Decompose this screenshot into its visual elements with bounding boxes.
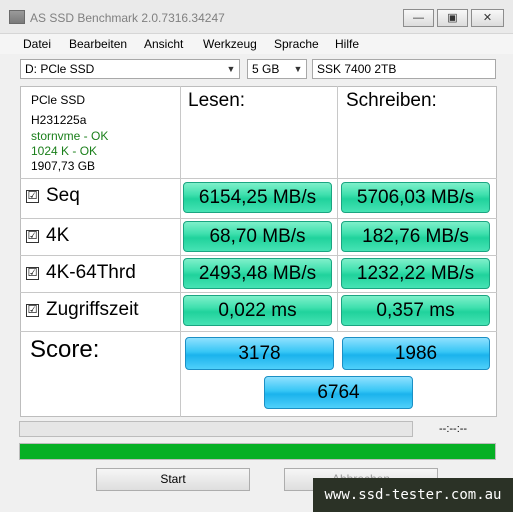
checkbox[interactable]: ☑ — [26, 304, 39, 317]
drive-model: PCle SSD — [31, 93, 86, 107]
divider — [20, 255, 497, 256]
checkbox[interactable]: ☑ — [26, 230, 39, 243]
app-icon — [9, 10, 25, 24]
row-label-text: 4K-64Thrd — [46, 262, 136, 283]
access-read-value: 0,022 ms — [183, 295, 332, 326]
4k-write-value: 182,76 MB/s — [341, 221, 490, 252]
menu-ansicht[interactable]: Ansicht — [144, 37, 183, 51]
start-button[interactable]: Start — [96, 468, 250, 491]
read-header: Lesen: — [188, 90, 246, 111]
menu-hilfe[interactable]: Hilfe — [335, 37, 359, 51]
title-bar: AS SSD Benchmark 2.0.7316.34247 — ▣ ✕ — [0, 0, 513, 34]
drive-firmware: H231225a — [31, 113, 87, 127]
row-label-seq[interactable]: ☑ Seq — [26, 185, 80, 207]
test-progress-bar — [19, 421, 413, 437]
score-read-value: 3178 — [185, 337, 334, 370]
checkbox[interactable]: ☑ — [26, 267, 39, 280]
size-select-value: 5 GB — [252, 62, 280, 76]
seq-write-value: 5706,03 MB/s — [341, 182, 490, 213]
row-label-text: Zugriffszeit — [46, 299, 139, 320]
seq-read-value: 6154,25 MB/s — [183, 182, 332, 213]
menu-werkzeug[interactable]: Werkzeug — [203, 37, 257, 51]
alignment-status: 1024 K - OK — [31, 144, 98, 158]
divider — [20, 292, 497, 293]
drive-capacity: 1907,73 GB — [31, 159, 96, 173]
row-label-4k[interactable]: ☑ 4K — [26, 225, 69, 247]
menu-datei[interactable]: Datei — [23, 37, 51, 51]
drive-select[interactable]: D: PCle SSD ▼ — [20, 59, 240, 79]
size-select[interactable]: 5 GB ▼ — [247, 59, 307, 79]
maximize-button[interactable]: ▣ — [437, 9, 468, 27]
drive-select-value: D: PCle SSD — [25, 62, 95, 76]
chevron-down-icon: ▼ — [226, 64, 236, 74]
divider — [20, 218, 497, 219]
divider — [337, 86, 338, 332]
score-write-value: 1986 — [342, 337, 490, 370]
divider — [180, 86, 181, 417]
minimize-button[interactable]: — — [403, 9, 434, 27]
4k64-read-value: 2493,48 MB/s — [183, 258, 332, 289]
menu-bar: Datei Bearbeiten Ansicht Werkzeug Sprach… — [0, 34, 513, 54]
chevron-down-icon: ▼ — [293, 64, 303, 74]
score-total-value: 6764 — [264, 376, 413, 409]
watermark: www.ssd-tester.com.au — [313, 478, 513, 512]
row-label-4k-64thrd[interactable]: ☑ 4K-64Thrd — [26, 262, 136, 284]
elapsed-time: --:--:-- — [439, 423, 468, 435]
access-write-value: 0,357 ms — [341, 295, 490, 326]
row-label-zugriffszeit[interactable]: ☑ Zugriffszeit — [26, 299, 139, 321]
divider — [20, 178, 497, 179]
divider — [20, 331, 497, 332]
overall-progress-bar — [19, 443, 496, 460]
row-label-text: Seq — [46, 185, 80, 206]
window-title: AS SSD Benchmark 2.0.7316.34247 — [30, 11, 225, 25]
drive-name-field[interactable]: SSK 7400 2TB — [312, 59, 496, 79]
4k-read-value: 68,70 MB/s — [183, 221, 332, 252]
close-button[interactable]: ✕ — [471, 9, 504, 27]
4k64-write-value: 1232,22 MB/s — [341, 258, 490, 289]
score-label: Score: — [30, 336, 100, 363]
progress-fill — [20, 444, 495, 459]
driver-status: stornvme - OK — [31, 129, 109, 143]
menu-bearbeiten[interactable]: Bearbeiten — [69, 37, 127, 51]
checkbox[interactable]: ☑ — [26, 190, 39, 203]
menu-sprache[interactable]: Sprache — [274, 37, 319, 51]
row-label-text: 4K — [46, 225, 70, 246]
write-header: Schreiben: — [346, 90, 437, 111]
